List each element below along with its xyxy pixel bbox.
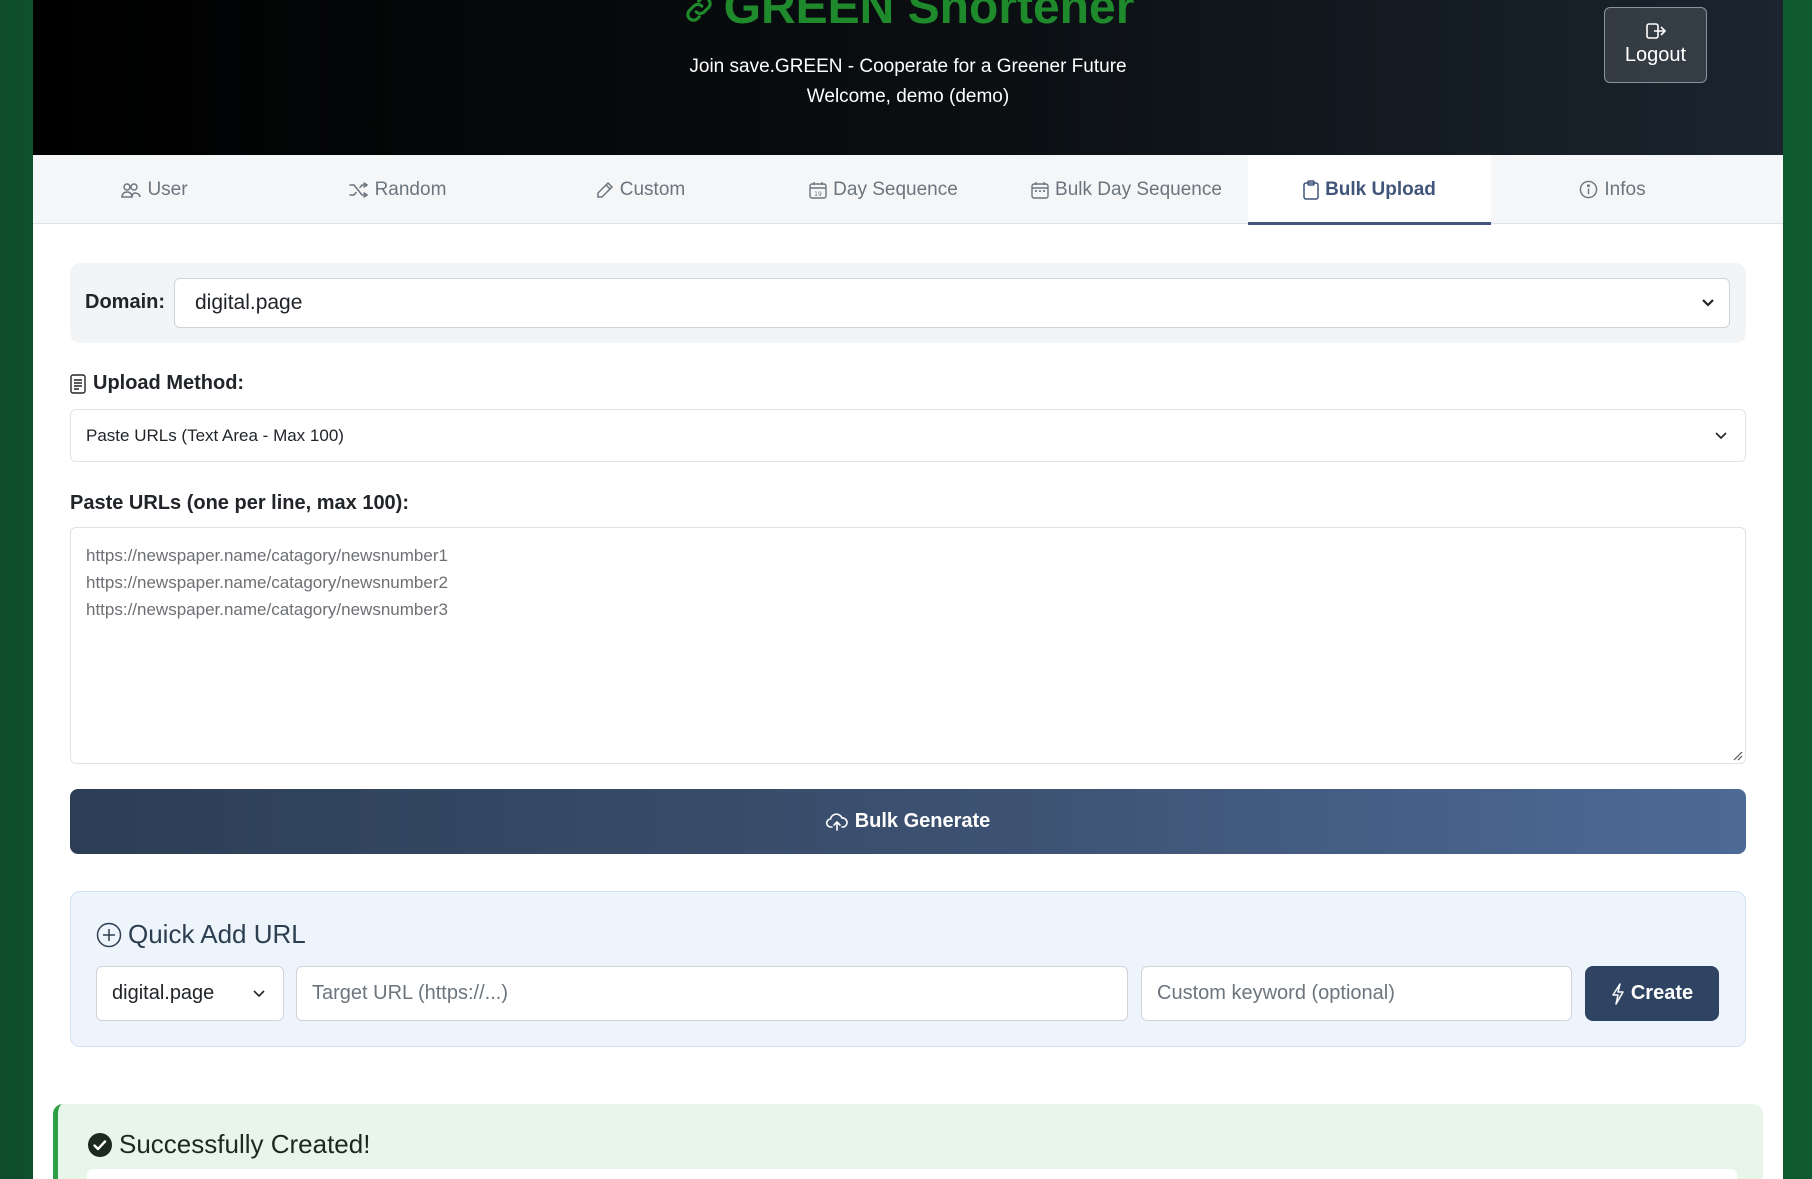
logout-label: Logout [1624,44,1687,66]
upload-method-select[interactable]: Paste URLs (Text Area - Max 100) [70,409,1746,462]
brand-text: GREEN Shortener [723,0,1135,34]
success-result-panel [87,1169,1737,1179]
success-title-text: Successfully Created! [119,1129,371,1159]
quick-add-panel: Quick Add URL digital.page Target URL (h… [70,891,1746,1047]
upload-method-value: Paste URLs (Text Area - Max 100) [86,426,344,445]
calendar-week-icon [1031,181,1049,199]
tab-bulk-day-sequence[interactable]: Bulk Day Sequence [1005,155,1248,224]
urls-textarea[interactable]: https://newspaper.name/catagory/newsnumb… [70,527,1746,764]
tab-label: User [147,178,188,200]
info-icon [1580,180,1598,199]
lightning-icon [1612,982,1624,1005]
calendar-day-icon: 19 [809,181,827,199]
check-circle-icon [88,1132,112,1157]
pencil-icon [597,181,613,198]
resize-handle-icon[interactable] [1731,749,1743,761]
tab-user[interactable]: User [33,155,276,224]
domain-value: digital.page [195,291,303,314]
quick-add-title-text: Quick Add URL [128,919,306,949]
cloud-upload-icon [825,812,848,831]
clipboard-icon [1303,179,1319,200]
app-card: GREEN Shortener Join save.GREEN - Cooper… [33,0,1783,1179]
custom-keyword-input[interactable]: Custom keyword (optional) [1141,966,1572,1021]
chevron-down-icon [253,989,265,997]
tab-random[interactable]: Random [276,155,519,224]
users-icon [121,182,142,198]
tab-label: Bulk Upload [1325,178,1436,200]
domain-select[interactable]: digital.page [174,278,1730,328]
success-title: Successfully Created! [87,1129,370,1160]
target-url-input[interactable]: Target URL (https://...) [296,966,1128,1021]
plus-circle-icon [96,922,122,947]
tab-bulk-upload[interactable]: Bulk Upload [1248,155,1491,225]
link-icon [685,0,712,22]
quick-domain-value: digital.page [112,982,215,1004]
logout-button[interactable]: Logout [1604,7,1707,83]
create-label: Create [1630,982,1694,1004]
tab-day-sequence[interactable]: 19 Day Sequence [762,155,1005,224]
chevron-down-icon [1715,431,1727,439]
urls-label: Paste URLs (one per line, max 100): [70,492,410,514]
upload-method-label: Upload Method: [70,372,244,395]
quick-domain-select[interactable]: digital.page [96,966,284,1021]
shuffle-icon [348,181,368,198]
logout-icon [1645,23,1666,39]
document-icon [70,373,86,394]
tab-label: Bulk Day Sequence [1055,178,1222,200]
tab-label: Infos [1604,178,1646,200]
tab-label: Day Sequence [833,178,958,200]
svg-text:19: 19 [814,191,822,198]
tab-label: Custom [619,178,686,200]
upload-method-text: Upload Method: [93,372,245,394]
chevron-down-icon [1702,299,1714,307]
bulk-generate-button[interactable]: Bulk Generate [70,789,1746,854]
bulk-generate-label: Bulk Generate [854,810,991,832]
tab-custom[interactable]: Custom [519,155,762,224]
create-button[interactable]: Create [1585,966,1719,1021]
tab-bar: User Random Custom 19 Day Sequence Bulk … [33,155,1783,225]
domain-label: Domain: [85,291,165,313]
tab-label: Random [374,178,447,200]
tagline: Join save.GREEN - Cooperate for a Greene… [689,56,1127,77]
domain-row: Domain: digital.page [70,263,1746,343]
quick-add-title: Quick Add URL [96,919,306,950]
brand-title: GREEN Shortener [33,0,1783,34]
header: GREEN Shortener Join save.GREEN - Cooper… [33,0,1783,155]
tab-infos[interactable]: Infos [1491,155,1734,224]
success-alert: Successfully Created! [53,1104,1763,1179]
welcome-message: Welcome, demo (demo) [806,86,1010,107]
